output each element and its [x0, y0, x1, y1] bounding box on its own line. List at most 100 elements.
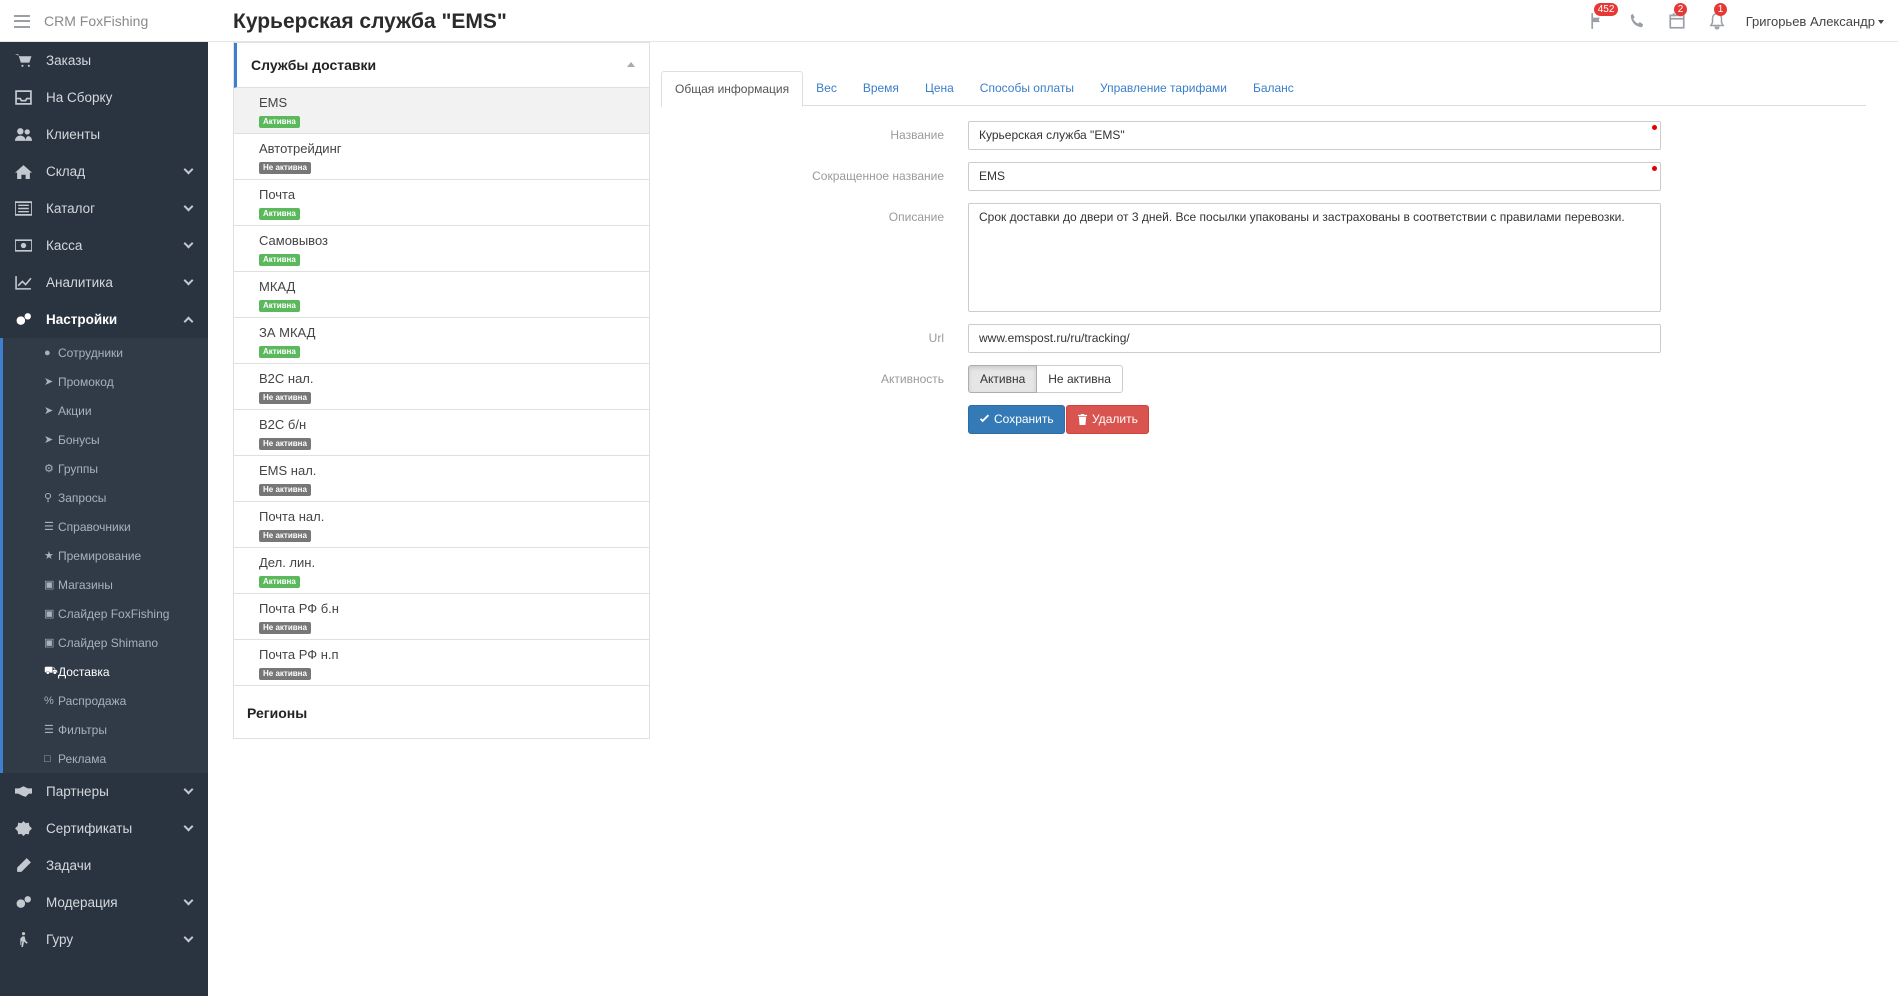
tab-2[interactable]: Время [850, 71, 912, 106]
delete-button-label: Удалить [1092, 412, 1138, 426]
truck-icon: ⛟ [44, 664, 58, 677]
sidebar-item-label: Партнеры [46, 784, 109, 799]
delete-button[interactable]: Удалить [1066, 405, 1149, 434]
submenu-item-slider-shimano[interactable]: ▣ Слайдер Shimano [3, 628, 208, 657]
description-label: Описание [888, 210, 944, 224]
sidebar-item-label: Сертификаты [46, 821, 133, 836]
sidebar-item-tasks[interactable]: Задачи [0, 847, 208, 884]
delivery-service-item[interactable]: ЗА МКАД Активна [234, 318, 649, 364]
sidebar-item-label: Гуру [46, 932, 74, 947]
active-option-button[interactable]: Активна [968, 365, 1038, 393]
name-field[interactable]: Курьерская служба "EMS" [968, 121, 1661, 150]
sidebar-item-assembly[interactable]: На Сборку [0, 79, 208, 116]
submenu-item-promocode[interactable]: ➤ Промокод [3, 367, 208, 396]
delivery-service-item[interactable]: B2C нал. Не активна [234, 364, 649, 410]
gears-icon [14, 895, 32, 910]
submenu-item-label: Акции [58, 403, 92, 418]
tab-1[interactable]: Вес [803, 71, 850, 106]
submenu-item-filters[interactable]: ☰ Фильтры [3, 715, 208, 744]
sidebar-item-partners[interactable]: Партнеры [0, 773, 208, 810]
tags-icon: ➤ [44, 434, 54, 446]
delivery-service-name: EMS нал. [259, 463, 317, 478]
submenu-item-label: Реклама [58, 751, 107, 766]
search-icon: ⚲ [44, 492, 53, 504]
users-icon: ● [44, 346, 51, 359]
cart-icon: ▣ [44, 579, 55, 591]
regions-header[interactable]: Регионы [234, 686, 649, 739]
phone-button[interactable] [1626, 10, 1648, 32]
menu-icon[interactable] [14, 14, 30, 28]
submenu-item-slider-foxfishing[interactable]: ▣ Слайдер FoxFishing [3, 599, 208, 628]
short-name-field[interactable]: EMS [968, 162, 1661, 191]
brand[interactable]: CRM FoxFishing [0, 0, 208, 42]
sidebar-item-clients[interactable]: Клиенты [0, 116, 208, 153]
submenu-item-directories[interactable]: ☰ Справочники [3, 512, 208, 541]
submenu-item-label: Доставка [58, 664, 110, 679]
delivery-service-item[interactable]: EMS нал. Не активна [234, 456, 649, 502]
delivery-service-item[interactable]: Почта РФ б.н Не активна [234, 594, 649, 640]
submenu-item-label: Премирование [58, 548, 142, 563]
submenu-item-sale[interactable]: % Распродажа [3, 686, 208, 715]
status-badge: Не активна [259, 162, 311, 174]
save-button[interactable]: Сохранить [968, 405, 1065, 434]
delivery-service-name: Автотрейдинг [259, 141, 342, 156]
tab-3[interactable]: Цена [912, 71, 967, 106]
chevron-down-icon [183, 932, 194, 943]
delivery-service-item[interactable]: Самовывоз Активна [234, 226, 649, 272]
calendar-button[interactable]: 2 [1666, 3, 1688, 32]
submenu-item-shops[interactable]: ▣ Магазины [3, 570, 208, 599]
delivery-service-item[interactable]: Дел. лин. Активна [234, 548, 649, 594]
notifications-button[interactable]: 1 [1706, 3, 1728, 32]
submenu-item-employees[interactable]: ● Сотрудники [3, 338, 208, 367]
delivery-service-item[interactable]: Автотрейдинг Не активна [234, 134, 649, 180]
delivery-service-name: Почта нал. [259, 509, 325, 524]
list-icon: ☰ [44, 521, 54, 533]
submenu-item-delivery[interactable]: ⛟ Доставка [3, 657, 208, 686]
tab-4[interactable]: Способы оплаты [967, 71, 1087, 106]
submenu-item-bonuses[interactable]: ➤ Бонусы [3, 425, 208, 454]
delivery-services-header[interactable]: Службы доставки [234, 43, 649, 88]
user-menu[interactable]: Григорьев Александр [1746, 14, 1884, 29]
list-icon: ☰ [44, 724, 54, 736]
submenu-item-label: Запросы [58, 490, 107, 505]
save-button-label: Сохранить [994, 412, 1054, 426]
submenu-item-bonuses-award[interactable]: ★ Премирование [3, 541, 208, 570]
delivery-service-item[interactable]: МКАД Активна [234, 272, 649, 318]
sidebar-item-settings[interactable]: Настройки [0, 301, 208, 338]
sidebar-item-guru[interactable]: Гуру [0, 921, 208, 958]
tags-icon: ➤ [44, 376, 54, 388]
sidebar-item-analytics[interactable]: Аналитика [0, 264, 208, 301]
submenu-item-promotions[interactable]: ➤ Акции [3, 396, 208, 425]
url-field[interactable]: www.emspost.ru/ru/tracking/ [968, 324, 1661, 353]
inactive-option-button[interactable]: Не активна [1037, 365, 1123, 393]
submenu-item-requests[interactable]: ⚲ Запросы [3, 483, 208, 512]
gear-icon: ⚙ [44, 463, 54, 475]
tab-5[interactable]: Управление тарифами [1087, 71, 1240, 106]
tab-0[interactable]: Общая информация [661, 71, 804, 107]
delivery-service-name: ЗА МКАД [259, 325, 316, 340]
chevron-down-icon [183, 164, 194, 175]
chart-icon [14, 275, 32, 290]
cart-icon: ▣ [44, 637, 55, 649]
percent-icon: % [44, 694, 54, 707]
messages-button[interactable]: 452 [1586, 3, 1619, 32]
submenu-item-label: Слайдер FoxFishing [58, 606, 170, 621]
submenu-item-ads[interactable]: □ Реклама [3, 744, 208, 773]
delivery-service-item[interactable]: EMS Активна [234, 88, 649, 134]
sidebar-item-certificates[interactable]: Сертификаты [0, 810, 208, 847]
delivery-service-item[interactable]: B2C б/н Не активна [234, 410, 649, 456]
tab-6[interactable]: Баланс [1240, 71, 1307, 106]
sidebar-item-catalog[interactable]: Каталог [0, 190, 208, 227]
sidebar-item-moderation[interactable]: Модерация [0, 884, 208, 921]
delivery-service-item[interactable]: Почта нал. Не активна [234, 502, 649, 548]
description-field[interactable]: Срок доставки до двери от 3 дней. Все по… [968, 203, 1661, 312]
users-icon [14, 127, 32, 142]
sidebar-item-cash[interactable]: Касса [0, 227, 208, 264]
sidebar-item-orders[interactable]: Заказы [0, 42, 208, 79]
delivery-service-item[interactable]: Почта Активна [234, 180, 649, 226]
submenu-item-groups[interactable]: ⚙ Группы [3, 454, 208, 483]
phone-icon [1630, 13, 1643, 28]
delivery-service-item[interactable]: Почта РФ н.п Не активна [234, 640, 649, 686]
sidebar-item-warehouse[interactable]: Склад [0, 153, 208, 190]
delivery-services-title: Службы доставки [251, 57, 377, 73]
